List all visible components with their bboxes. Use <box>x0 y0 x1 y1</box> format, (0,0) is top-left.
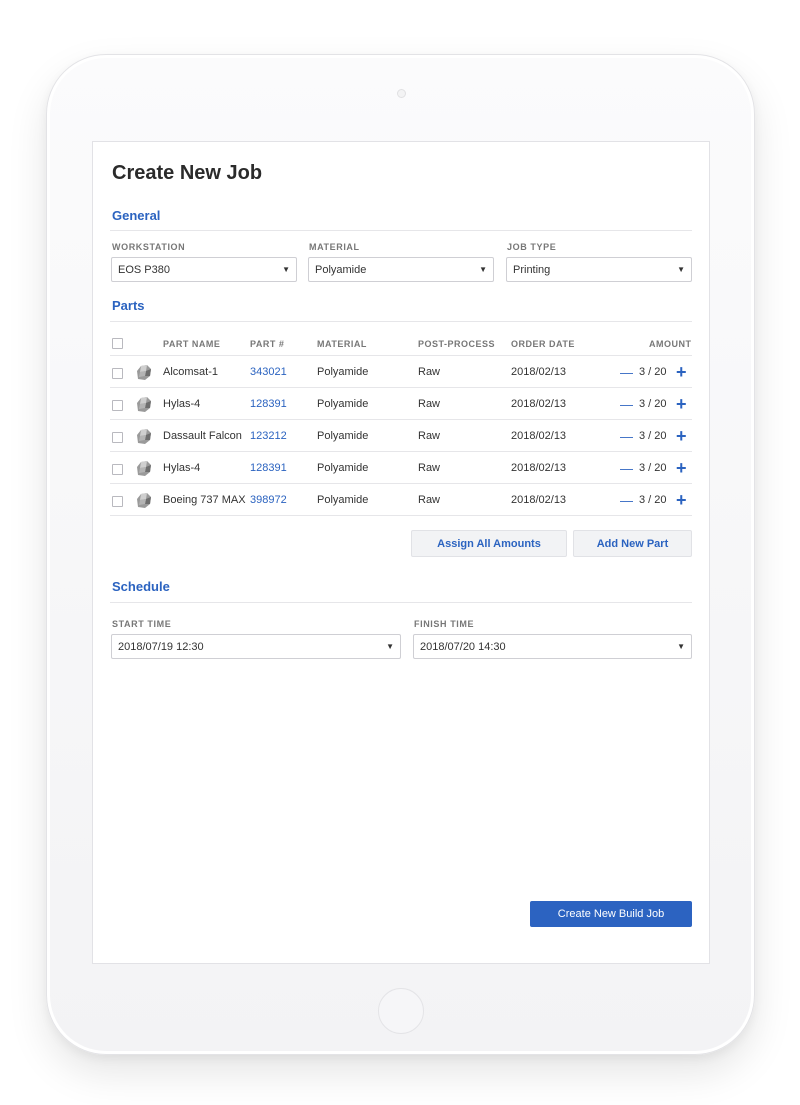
row-checkbox[interactable] <box>112 432 123 443</box>
column-header-post-process: POST-PROCESS <box>418 339 496 349</box>
caret-down-icon: ▼ <box>386 642 394 651</box>
part-post-process: Raw <box>418 430 441 442</box>
part-amount: 3 / 20 <box>639 366 667 378</box>
plus-icon[interactable]: + <box>676 420 687 452</box>
section-divider <box>110 602 692 603</box>
row-checkbox[interactable] <box>112 368 123 379</box>
part-post-process: Raw <box>418 494 441 506</box>
workstation-select[interactable]: EOS P380 ▼ <box>111 257 297 282</box>
section-divider <box>110 321 692 322</box>
row-checkbox[interactable] <box>112 400 123 411</box>
table-row[interactable]: Hylas-4 128391 Polyamide Raw 2018/02/13 … <box>110 451 692 483</box>
finish-time-label: FINISH TIME <box>414 619 475 629</box>
section-divider <box>110 230 692 231</box>
finish-time-select[interactable]: 2018/07/20 14:30 ▼ <box>413 634 692 659</box>
part-name: Dassault Falcon <box>163 430 242 442</box>
minus-icon[interactable]: — <box>620 388 633 420</box>
part-material: Polyamide <box>317 430 369 442</box>
material-value: Polyamide <box>315 263 367 276</box>
caret-down-icon: ▼ <box>677 642 685 651</box>
part-material: Polyamide <box>317 462 369 474</box>
part-thumbnail-icon <box>137 365 151 380</box>
screen: Create New Job General WORKSTATION EOS P… <box>92 141 710 964</box>
column-header-part-number: PART # <box>250 339 285 349</box>
select-all-checkbox[interactable] <box>112 338 123 349</box>
table-row[interactable]: Boeing 737 MAX 398972 Polyamide Raw 2018… <box>110 483 692 515</box>
plus-icon[interactable]: + <box>676 356 687 388</box>
part-order-date: 2018/02/13 <box>511 494 567 506</box>
plus-icon[interactable]: + <box>676 452 687 484</box>
part-number-link[interactable]: 128391 <box>250 452 287 484</box>
part-thumbnail-icon <box>137 493 151 508</box>
column-header-amount: AMOUNT <box>649 339 692 349</box>
table-row[interactable]: Alcomsat-1 343021 Polyamide Raw 2018/02/… <box>110 355 692 387</box>
part-thumbnail-icon <box>137 429 151 444</box>
job-type-select[interactable]: Printing ▼ <box>506 257 692 282</box>
part-number-link[interactable]: 123212 <box>250 420 287 452</box>
material-select[interactable]: Polyamide ▼ <box>308 257 494 282</box>
minus-icon[interactable]: — <box>620 452 633 484</box>
part-order-date: 2018/02/13 <box>511 366 567 378</box>
part-material: Polyamide <box>317 366 369 378</box>
part-amount: 3 / 20 <box>639 494 667 506</box>
create-new-build-job-button[interactable]: Create New Build Job <box>530 901 692 927</box>
part-order-date: 2018/02/13 <box>511 462 567 474</box>
finish-time-value: 2018/07/20 14:30 <box>420 640 506 653</box>
table-row[interactable]: Dassault Falcon 123212 Polyamide Raw 201… <box>110 419 692 451</box>
part-amount: 3 / 20 <box>639 398 667 410</box>
column-header-part-name: PART NAME <box>163 339 221 349</box>
job-type-value: Printing <box>513 263 551 276</box>
caret-down-icon: ▼ <box>479 265 487 274</box>
row-checkbox[interactable] <box>112 464 123 475</box>
workstation-label: WORKSTATION <box>112 242 186 252</box>
section-title-schedule: Schedule <box>112 579 170 594</box>
minus-icon[interactable]: — <box>620 356 633 388</box>
row-checkbox[interactable] <box>112 496 123 507</box>
assign-all-amounts-button[interactable]: Assign All Amounts <box>411 530 567 557</box>
minus-icon[interactable]: — <box>620 420 633 452</box>
section-title-general: General <box>112 208 161 223</box>
section-title-parts: Parts <box>112 298 145 313</box>
part-thumbnail-icon <box>137 397 151 412</box>
part-name: Hylas-4 <box>163 462 201 474</box>
start-time-select[interactable]: 2018/07/19 12:30 ▼ <box>111 634 401 659</box>
add-new-part-button[interactable]: Add New Part <box>573 530 692 557</box>
part-amount: 3 / 20 <box>639 462 667 474</box>
part-name: Hylas-4 <box>163 398 201 410</box>
page-title: Create New Job <box>112 162 263 184</box>
part-material: Polyamide <box>317 398 369 410</box>
part-amount: 3 / 20 <box>639 430 667 442</box>
caret-down-icon: ▼ <box>282 265 290 274</box>
table-bottom-divider <box>110 515 692 516</box>
home-button[interactable] <box>378 988 424 1034</box>
part-post-process: Raw <box>418 462 441 474</box>
column-header-material: MATERIAL <box>317 339 367 349</box>
plus-icon[interactable]: + <box>676 484 687 516</box>
material-label: MATERIAL <box>309 242 360 252</box>
minus-icon[interactable]: — <box>620 484 633 516</box>
start-time-label: START TIME <box>112 619 172 629</box>
part-name: Boeing 737 MAX <box>163 494 246 506</box>
table-row[interactable]: Hylas-4 128391 Polyamide Raw 2018/02/13 … <box>110 387 692 419</box>
part-number-link[interactable]: 128391 <box>250 388 287 420</box>
workstation-value: EOS P380 <box>118 263 170 276</box>
column-header-order-date: ORDER DATE <box>511 339 575 349</box>
camera-icon <box>397 89 406 98</box>
part-material: Polyamide <box>317 494 369 506</box>
part-post-process: Raw <box>418 398 441 410</box>
caret-down-icon: ▼ <box>677 265 685 274</box>
part-thumbnail-icon <box>137 461 151 476</box>
job-type-label: JOB TYPE <box>507 242 557 252</box>
plus-icon[interactable]: + <box>676 388 687 420</box>
part-number-link[interactable]: 398972 <box>250 484 287 516</box>
part-order-date: 2018/02/13 <box>511 398 567 410</box>
part-name: Alcomsat-1 <box>163 366 219 378</box>
part-number-link[interactable]: 343021 <box>250 356 287 388</box>
part-order-date: 2018/02/13 <box>511 430 567 442</box>
part-post-process: Raw <box>418 366 441 378</box>
start-time-value: 2018/07/19 12:30 <box>118 640 204 653</box>
